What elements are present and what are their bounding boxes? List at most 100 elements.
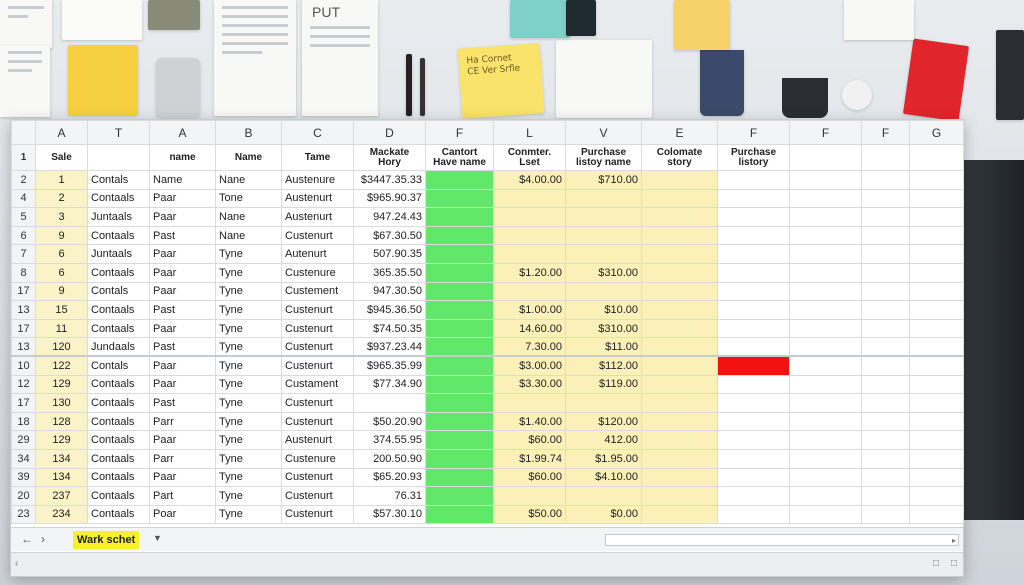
row-number[interactable]: 5 bbox=[11, 207, 36, 227]
cell-name[interactable]: Paar bbox=[149, 281, 216, 302]
cell-name[interactable]: Parr bbox=[149, 411, 216, 432]
column-header[interactable]: E bbox=[641, 120, 718, 145]
cell-purchase-history[interactable]: $11.00 bbox=[565, 337, 642, 357]
cell-empty[interactable] bbox=[909, 486, 964, 506]
cell-counter-list[interactable]: $1.40.00 bbox=[493, 411, 566, 432]
cell-contact-green[interactable] bbox=[425, 374, 494, 395]
cell-colomate-story[interactable] bbox=[641, 337, 718, 357]
cell-type[interactable]: Contals bbox=[87, 281, 150, 302]
cell-contact-green[interactable] bbox=[425, 225, 494, 246]
cell-colomate-story[interactable] bbox=[641, 411, 718, 432]
cell-name[interactable]: Paar bbox=[149, 318, 216, 339]
right-arrow-icon[interactable]: › bbox=[41, 532, 45, 546]
header-cell[interactable] bbox=[789, 144, 862, 171]
cell-empty[interactable] bbox=[789, 355, 862, 376]
cell-purchase-listory[interactable] bbox=[717, 170, 790, 190]
cell-purchase-history[interactable]: $710.00 bbox=[565, 170, 642, 190]
cell-name[interactable]: Paar bbox=[149, 188, 216, 209]
cell-market-history[interactable]: $67.30.50 bbox=[353, 225, 426, 246]
cell-name-b[interactable]: Tyne bbox=[215, 448, 282, 469]
cell-empty[interactable] bbox=[909, 355, 964, 376]
cell-empty[interactable] bbox=[789, 393, 862, 413]
cell-name-b[interactable]: Tyne bbox=[215, 262, 282, 283]
cell-purchase-history[interactable]: $310.00 bbox=[565, 262, 642, 283]
cell-name-b[interactable]: Tyne bbox=[215, 393, 282, 413]
cell-empty[interactable] bbox=[909, 448, 964, 469]
cell-purchase-history[interactable]: $120.00 bbox=[565, 411, 642, 432]
row-number[interactable]: 6 bbox=[11, 225, 36, 246]
cell-contact-green[interactable] bbox=[425, 448, 494, 469]
cell-sale[interactable]: 237 bbox=[35, 486, 88, 506]
cell-counter-list[interactable]: $1.99.74 bbox=[493, 448, 566, 469]
cell-empty[interactable] bbox=[861, 430, 910, 450]
cell-empty[interactable] bbox=[789, 262, 862, 283]
cell-empty[interactable] bbox=[861, 448, 910, 469]
row-number[interactable]: 13 bbox=[11, 337, 36, 357]
header-cell[interactable]: Cantort Have name bbox=[425, 144, 494, 171]
cell-name-b[interactable]: Nane bbox=[215, 170, 282, 190]
cell-counter-list[interactable]: $60.00 bbox=[493, 430, 566, 450]
cell-empty[interactable] bbox=[789, 244, 862, 264]
cell-name[interactable]: Past bbox=[149, 225, 216, 246]
row-number[interactable]: 4 bbox=[11, 188, 36, 209]
cell-name[interactable]: Paar bbox=[149, 374, 216, 395]
cell-market-history[interactable]: $965.90.37 bbox=[353, 188, 426, 209]
view-toggle-icon[interactable]: □ bbox=[933, 558, 939, 569]
header-cell[interactable]: Colomate story bbox=[641, 144, 718, 171]
row-number[interactable]: 8 bbox=[11, 262, 36, 283]
chevron-down-icon[interactable]: ▼ bbox=[153, 533, 162, 543]
horizontal-scrollbar[interactable]: ▸ bbox=[605, 534, 959, 546]
cell-type[interactable]: Contaals bbox=[87, 262, 150, 283]
row-number[interactable]: 39 bbox=[11, 467, 36, 488]
cell-empty[interactable] bbox=[789, 411, 862, 432]
cell-counter-list[interactable] bbox=[493, 207, 566, 227]
cell-contact-green[interactable] bbox=[425, 486, 494, 506]
cell-empty[interactable] bbox=[861, 486, 910, 506]
cell-purchase-listory[interactable] bbox=[717, 225, 790, 246]
column-header[interactable]: L bbox=[493, 120, 566, 145]
cell-tame[interactable]: Custenurt bbox=[281, 393, 354, 413]
header-cell[interactable]: Purchase listory bbox=[717, 144, 790, 171]
cell-tame[interactable]: Austenure bbox=[281, 170, 354, 190]
cell-empty[interactable] bbox=[789, 207, 862, 227]
column-header[interactable]: D bbox=[353, 120, 426, 145]
cell-name-b[interactable]: Tone bbox=[215, 188, 282, 209]
cell-name-b[interactable]: Tyne bbox=[215, 486, 282, 506]
cell-contact-green[interactable] bbox=[425, 355, 494, 376]
cell-name[interactable]: Past bbox=[149, 300, 216, 320]
cell-type[interactable]: Contaals bbox=[87, 504, 150, 525]
cell-empty[interactable] bbox=[909, 318, 964, 339]
cell-name[interactable]: Paar bbox=[149, 467, 216, 488]
cell-sale[interactable]: 9 bbox=[35, 281, 88, 302]
cell-contact-green[interactable] bbox=[425, 207, 494, 227]
cell-contact-green[interactable] bbox=[425, 467, 494, 488]
cell-purchase-history[interactable]: $112.00 bbox=[565, 355, 642, 376]
cell-purchase-history[interactable]: $4.10.00 bbox=[565, 467, 642, 488]
cell-market-history[interactable]: 507.90.35 bbox=[353, 244, 426, 264]
header-cell[interactable] bbox=[861, 144, 910, 171]
cell-name-b[interactable]: Tyne bbox=[215, 467, 282, 488]
cell-name[interactable]: Part bbox=[149, 486, 216, 506]
cell-empty[interactable] bbox=[909, 504, 964, 525]
cell-market-history[interactable]: $3447.35.33 bbox=[353, 170, 426, 190]
cell-sale[interactable]: 134 bbox=[35, 467, 88, 488]
cell-tame[interactable]: Custenurt bbox=[281, 486, 354, 506]
cell-name-b[interactable]: Tyne bbox=[215, 504, 282, 525]
cell-purchase-listory[interactable] bbox=[717, 430, 790, 450]
cell-empty[interactable] bbox=[789, 448, 862, 469]
column-header[interactable]: T bbox=[87, 120, 150, 145]
cell-sale[interactable]: 2 bbox=[35, 188, 88, 209]
cell-purchase-listory[interactable] bbox=[717, 486, 790, 506]
cell-type[interactable]: Juntaals bbox=[87, 244, 150, 264]
cell-purchase-listory[interactable] bbox=[717, 337, 790, 357]
cell-empty[interactable] bbox=[861, 393, 910, 413]
cell-name-b[interactable]: Tyne bbox=[215, 318, 282, 339]
cell-contact-green[interactable] bbox=[425, 504, 494, 525]
cell-empty[interactable] bbox=[861, 374, 910, 395]
cell-contact-green[interactable] bbox=[425, 281, 494, 302]
header-cell[interactable]: Sale bbox=[35, 144, 88, 171]
cell-type[interactable]: Contaals bbox=[87, 486, 150, 506]
cell-sale[interactable]: 128 bbox=[35, 411, 88, 432]
cell-counter-list[interactable]: 14.60.00 bbox=[493, 318, 566, 339]
cell-colomate-story[interactable] bbox=[641, 225, 718, 246]
